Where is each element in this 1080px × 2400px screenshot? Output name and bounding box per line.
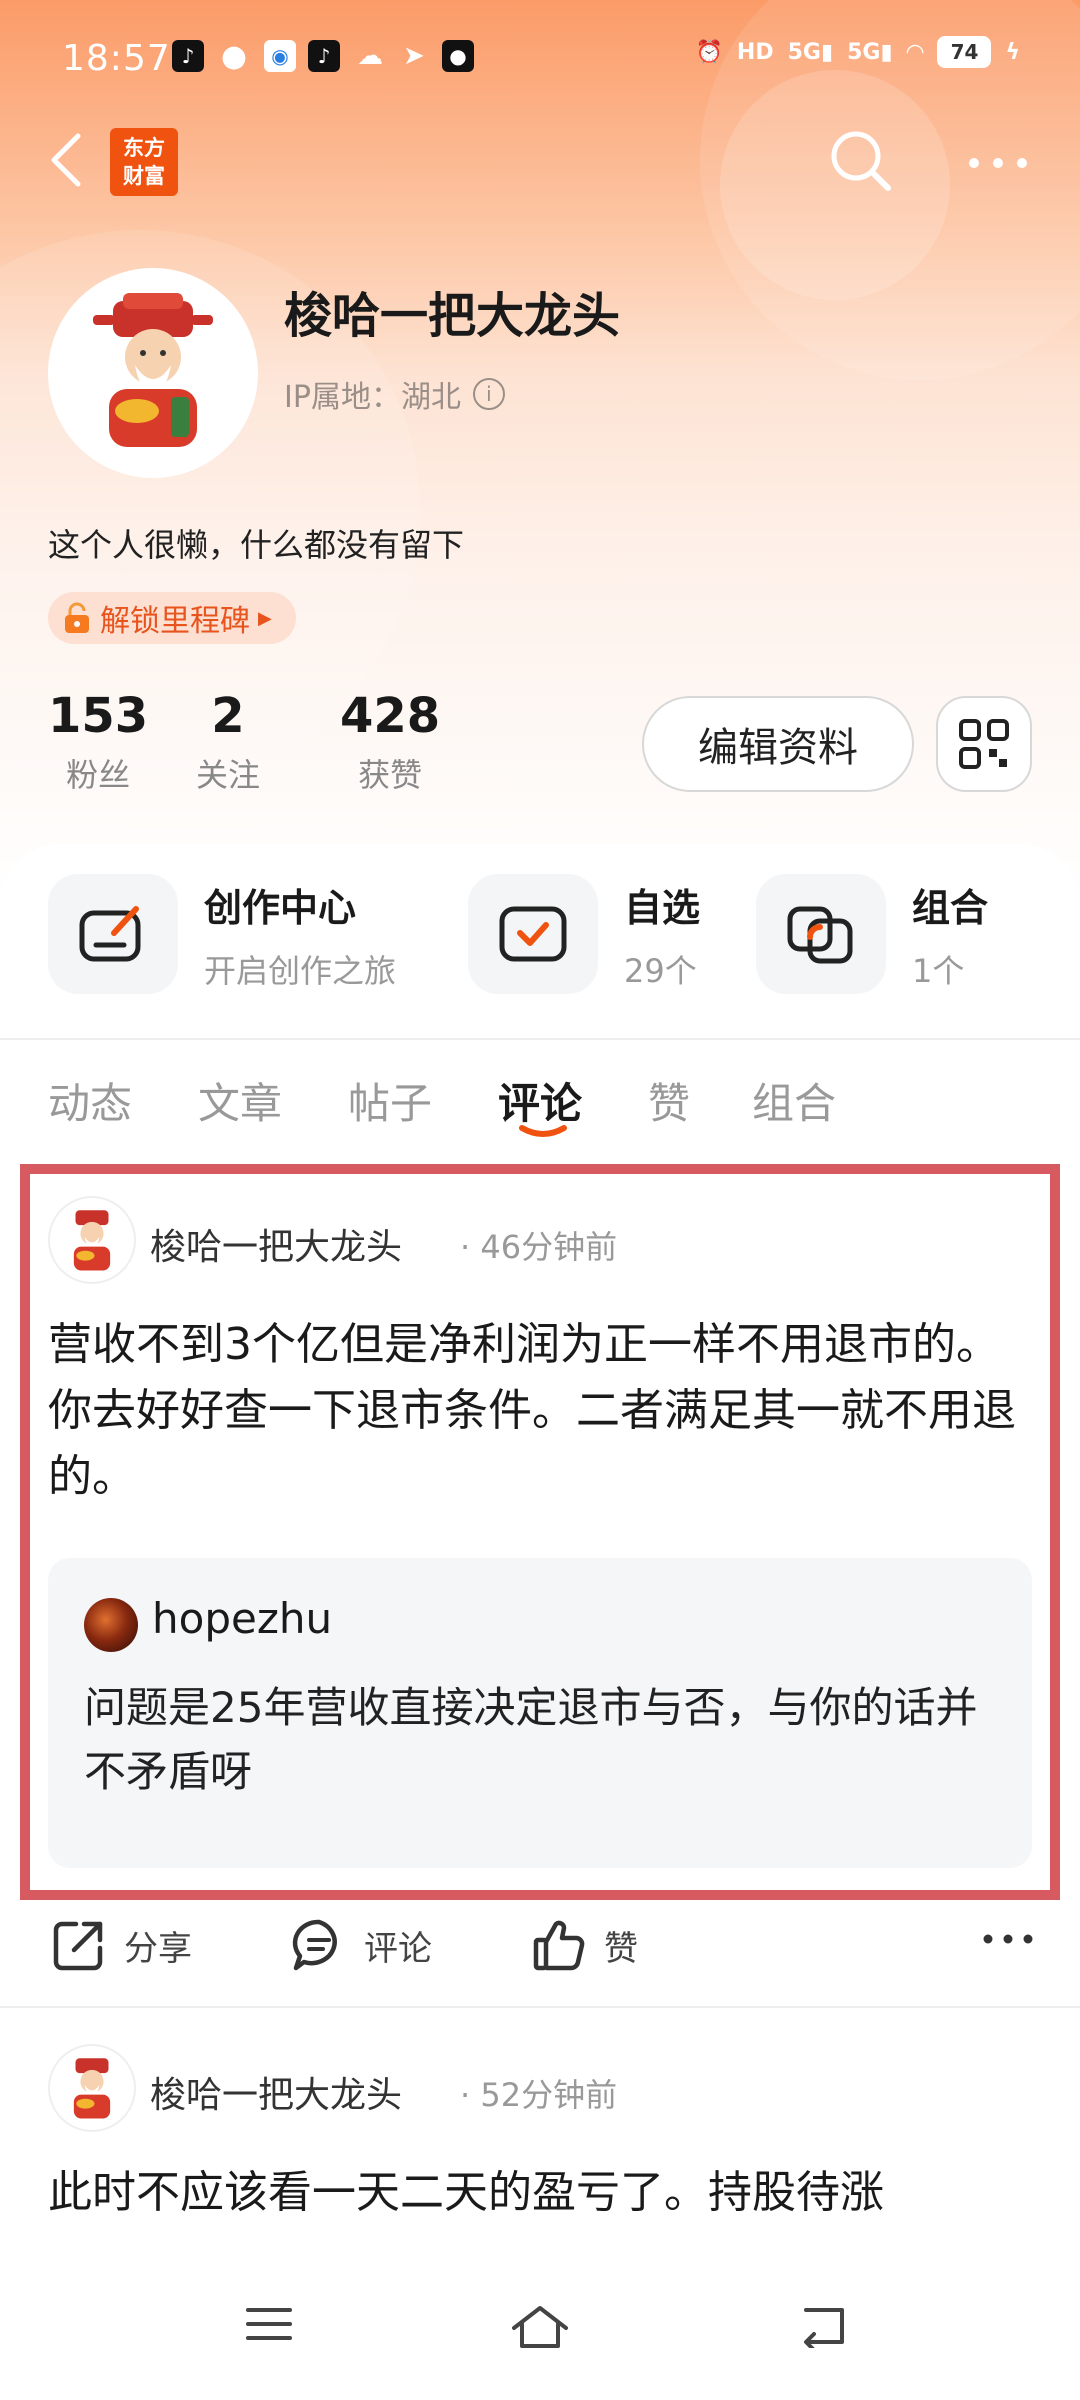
tab-articles[interactable]: 文章 (198, 1070, 282, 1131)
chevron-right-icon: ▶ (258, 607, 272, 629)
status-bar: 18:57 ♪ ● ◉ ♪ ☁ ➤ ● ⏰ HD 5G▮ 5G▮ ◠ 74 ϟ (0, 0, 1080, 110)
stat-followers[interactable]: 153 粉丝 (48, 688, 148, 796)
feature-subtitle: 开启创作之旅 (204, 951, 397, 990)
charging-icon: ϟ (1005, 39, 1020, 65)
profile-tabs: 动态 文章 帖子 评论 赞 组合 (0, 1070, 1080, 1170)
more-options-icon[interactable] (966, 148, 1030, 178)
avatar[interactable] (48, 2044, 136, 2132)
stat-likes[interactable]: 428 获赞 (340, 688, 440, 796)
app-notification-icon: ◉ (264, 40, 296, 72)
stat-label: 获赞 (358, 756, 423, 794)
tiktok-notification-icon: ♪ (308, 40, 340, 72)
stat-value: 153 (48, 688, 149, 744)
portfolio-icon (756, 874, 886, 994)
home-icon[interactable] (510, 2304, 570, 2350)
tab-activity[interactable]: 动态 (48, 1070, 132, 1131)
feature-title: 创作中心 (204, 885, 357, 930)
back-nav-icon[interactable] (800, 2304, 850, 2348)
more-options-icon[interactable] (982, 1926, 1034, 1952)
feature-portfolio[interactable]: 组合 1个 (756, 874, 988, 994)
stat-following[interactable]: 2 关注 (196, 688, 260, 796)
app-logo: 东方 财富 (110, 128, 178, 196)
comment-button[interactable]: 评论 (290, 1916, 432, 1974)
stat-label: 关注 (196, 756, 261, 794)
comment-actions: 分享 评论 赞 (0, 1904, 1080, 1984)
alarm-icon: ⏰ (695, 39, 723, 65)
god-of-wealth-avatar-icon (73, 2058, 111, 2119)
qr-code-icon (959, 719, 1009, 769)
ip-location-text: IP属地：湖北 (284, 380, 461, 415)
system-navigation-bar (0, 2260, 1080, 2400)
stat-value: 428 (340, 688, 441, 744)
app-notification-icon: ● (442, 40, 474, 72)
feature-create-center[interactable]: 创作中心 开启创作之旅 (48, 874, 396, 994)
telegram-notification-icon: ➤ (403, 41, 425, 71)
stat-label: 粉丝 (66, 756, 131, 794)
god-of-wealth-avatar-icon (93, 293, 213, 447)
qr-code-button[interactable] (936, 696, 1032, 792)
comment-label: 评论 (364, 1928, 432, 1969)
stat-value: 2 (211, 688, 245, 744)
thumbs-up-icon (533, 1920, 585, 1971)
profile-username: 梭哈一把大龙头 (284, 288, 621, 344)
active-tab-indicator (519, 1125, 567, 1137)
signal-icon: 5G▮ (787, 39, 834, 65)
wifi-icon: ◠ (906, 39, 924, 65)
share-label: 分享 (124, 1928, 192, 1969)
edit-profile-button[interactable]: 编辑资料 (642, 696, 914, 792)
like-button[interactable]: 赞 (530, 1916, 638, 1974)
ip-location: IP属地：湖北 i (284, 372, 505, 416)
back-icon[interactable] (44, 130, 88, 190)
status-time: 18:57 (62, 38, 171, 79)
battery-icon: 74 (937, 36, 992, 68)
avatar[interactable] (48, 268, 258, 478)
feature-subtitle: 29个 (624, 951, 697, 990)
like-label: 赞 (604, 1928, 638, 1969)
info-icon[interactable]: i (472, 378, 505, 410)
share-button[interactable]: 分享 (50, 1916, 192, 1974)
comment-username[interactable]: 梭哈一把大龙头 (150, 2066, 402, 2118)
tab-posts[interactable]: 帖子 (348, 1070, 432, 1131)
feature-title: 组合 (912, 885, 989, 930)
create-center-icon (48, 874, 178, 994)
divider (0, 2006, 1080, 2008)
share-icon (53, 1921, 103, 1971)
feature-subtitle: 1个 (912, 951, 965, 990)
divider (0, 1038, 1080, 1040)
comment-time: · 52分钟前 (460, 2076, 618, 2114)
feature-watchlist[interactable]: 自选 29个 (468, 874, 700, 994)
wechat-notification-icon: ☁ (357, 41, 383, 71)
watchlist-icon (468, 874, 598, 994)
hd-icon: HD (736, 39, 774, 65)
tiktok-notification-icon: ♪ (172, 40, 204, 72)
menu-icon[interactable] (244, 2304, 294, 2344)
signal-icon: 5G▮ (847, 39, 893, 65)
milestone-label: 解锁里程碑 (100, 604, 250, 639)
system-status: ⏰ HD 5G▮ 5G▮ ◠ 74 ϟ (695, 36, 1020, 68)
tab-comments[interactable]: 评论 (498, 1070, 582, 1131)
comment-text[interactable]: 此时不应该看一天二天的盈亏了。持股待涨 (48, 2160, 1038, 2260)
comment-icon (292, 1919, 337, 1971)
tab-likes[interactable]: 赞 (648, 1070, 690, 1131)
message-notification-icon: ● (220, 38, 248, 74)
search-icon[interactable] (826, 126, 896, 196)
lock-icon (65, 602, 89, 633)
profile-bio: 这个人很懒，什么都没有留下 (48, 526, 465, 564)
feature-title: 自选 (624, 885, 701, 930)
tab-portfolio[interactable]: 组合 (752, 1070, 836, 1131)
highlight-box (20, 1164, 1060, 1900)
unlock-milestone-button[interactable]: 解锁里程碑 ▶ (48, 592, 296, 644)
